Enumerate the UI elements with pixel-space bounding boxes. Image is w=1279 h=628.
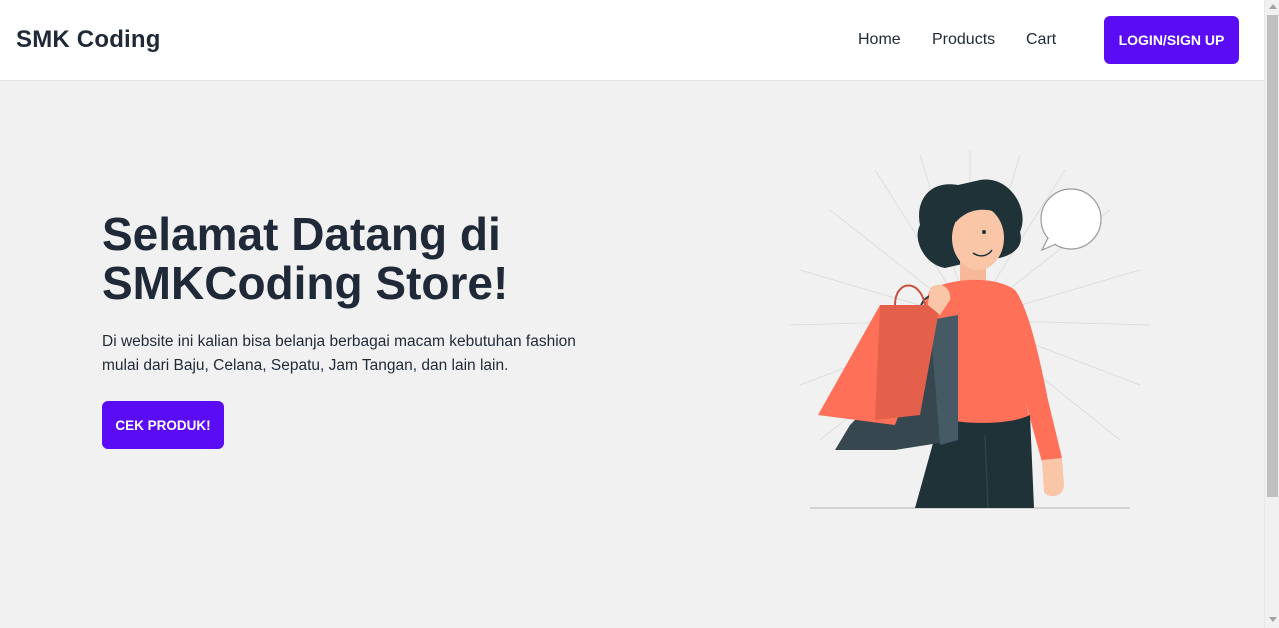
scroll-up-arrow-icon[interactable] (1269, 4, 1277, 9)
orange-shopping-bag (818, 284, 940, 425)
hero-description-line1: Di website ini kalian bisa belanja berba… (102, 333, 576, 350)
nav-link-products[interactable]: Products (932, 31, 995, 49)
hero-description-line2: mulai dari Baju, Celana, Sepatu, Jam Tan… (102, 357, 509, 374)
navbar: SMK Coding Home Products Cart LOGIN/SIGN… (0, 0, 1264, 81)
scroll-down-arrow-icon[interactable] (1269, 617, 1277, 622)
speech-bubble-icon (1040, 188, 1102, 252)
nav-link-home[interactable]: Home (858, 31, 901, 49)
shopping-woman-illustration (789, 150, 1151, 509)
hero-title: Selamat Datang di SMKCoding Store! (102, 210, 662, 308)
hand (1042, 458, 1064, 497)
hero-title-line1: Selamat Datang di (102, 208, 501, 260)
hero-title-line2: SMKCoding Store! (102, 257, 509, 309)
nav-link-cart[interactable]: Cart (1026, 31, 1056, 49)
scrollbar-thumb[interactable] (1267, 15, 1278, 497)
brand-logo[interactable]: SMK Coding (16, 26, 161, 54)
page: SMK Coding Home Products Cart LOGIN/SIGN… (0, 0, 1264, 628)
hero-description: Di website ini kalian bisa belanja berba… (102, 330, 622, 378)
page-scrollbar[interactable] (1264, 0, 1279, 628)
login-signup-button[interactable]: LOGIN/SIGN UP (1104, 16, 1239, 64)
cek-produk-button[interactable]: CEK PRODUK! (102, 401, 224, 449)
